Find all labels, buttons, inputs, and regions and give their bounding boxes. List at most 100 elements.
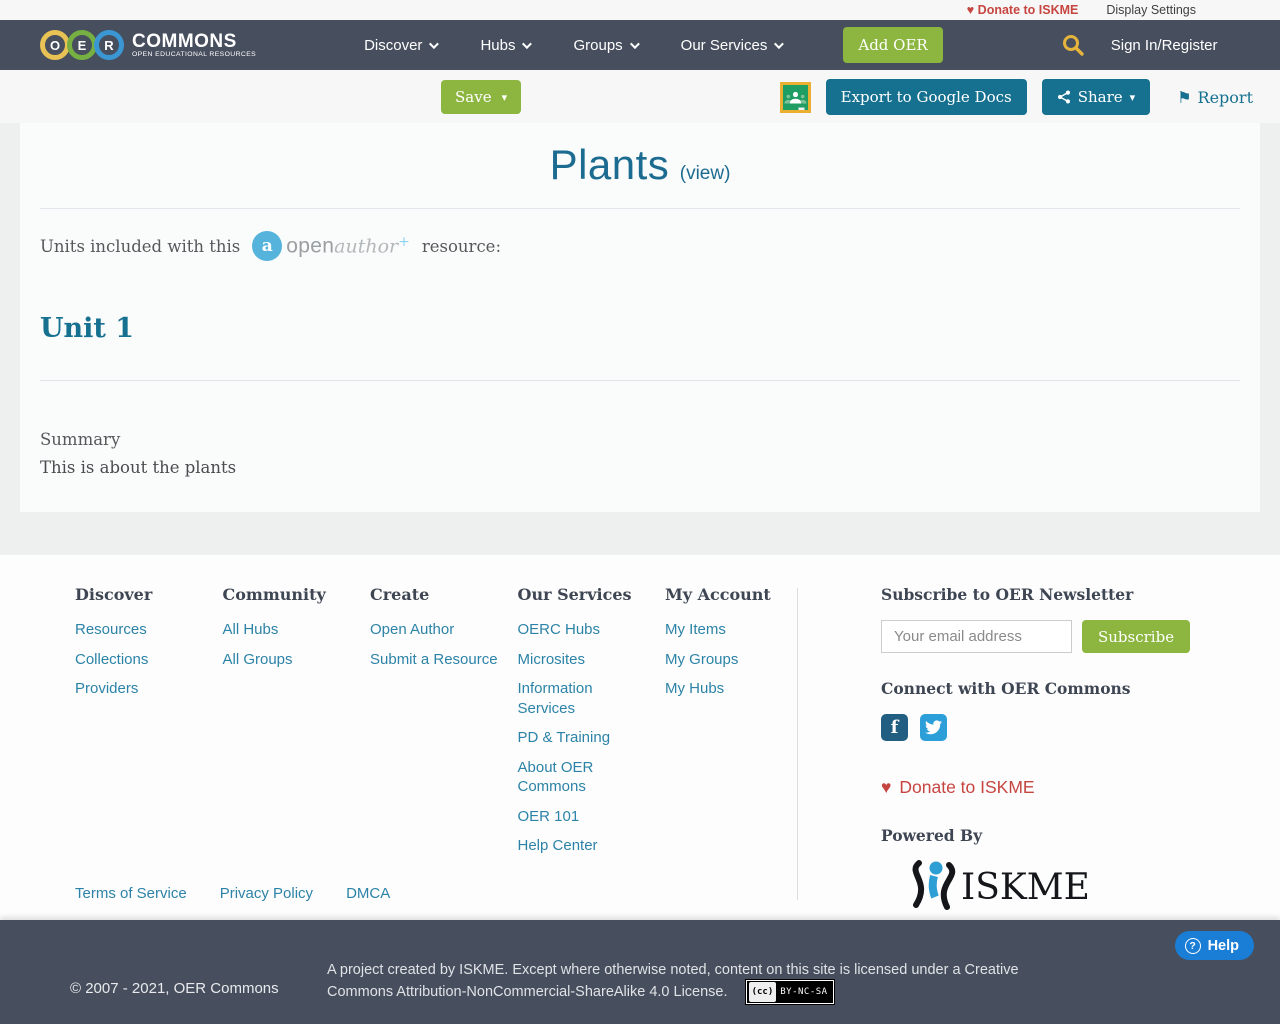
flag-icon: ⚑: [1177, 88, 1191, 107]
footer-link[interactable]: Open Author: [370, 620, 500, 640]
open-author-logo: a openauthor+: [252, 231, 410, 261]
license-text-block: A project created by ISKME. Except where…: [327, 960, 1057, 1004]
footer-col-discover: Discover Resources Collections Providers: [75, 585, 223, 866]
footer-link[interactable]: PD & Training: [518, 728, 648, 748]
share-icon: [1057, 90, 1071, 104]
newsletter-form: Subscribe: [881, 620, 1253, 653]
oer-commons-logo[interactable]: O E R COMMONS OPEN EDUCATIONAL RESOURCES: [40, 30, 256, 60]
footer-link[interactable]: About OER Commons: [518, 758, 648, 797]
divider: [40, 208, 1240, 209]
footer-link[interactable]: Resources: [75, 620, 205, 640]
legal-links: Terms of Service Privacy Policy DMCA: [75, 885, 390, 902]
dmca-link[interactable]: DMCA: [346, 885, 390, 902]
powered-by-label: Powered By: [881, 826, 1253, 845]
footer-link[interactable]: All Groups: [223, 650, 353, 670]
open-author-plus: +: [398, 234, 410, 250]
logo-ring-e: E: [67, 30, 97, 60]
footer-link[interactable]: My Items: [665, 620, 795, 640]
footer-link[interactable]: Collections: [75, 650, 205, 670]
cc-license-badge[interactable]: (cc) BY-NC-SA: [746, 980, 834, 1004]
logo-ring-o: O: [40, 30, 70, 60]
footer-col-our-services: Our Services OERC Hubs Microsites Inform…: [518, 585, 666, 866]
footer-link[interactable]: OERC Hubs: [518, 620, 648, 640]
display-settings-link[interactable]: Display Settings: [1106, 3, 1196, 17]
chevron-down-icon: [429, 39, 439, 49]
footer-link[interactable]: My Hubs: [665, 679, 795, 699]
units-included-row: Units included with this a openauthor+ r…: [40, 231, 501, 261]
nav-item-groups[interactable]: Groups: [573, 37, 636, 54]
view-link[interactable]: (view): [680, 163, 731, 184]
caret-down-icon: ▾: [1130, 91, 1136, 104]
nav-items: Discover Hubs Groups Our Services: [364, 37, 781, 54]
nav-item-hubs[interactable]: Hubs: [480, 37, 529, 54]
connect-title: Connect with OER Commons: [881, 679, 1253, 698]
email-input[interactable]: [881, 620, 1072, 653]
help-button[interactable]: ? Help: [1175, 931, 1254, 960]
logo-text: COMMONS OPEN EDUCATIONAL RESOURCES: [132, 33, 256, 58]
page-title: Plants: [550, 141, 670, 188]
iskme-logo[interactable]: ISKME: [903, 857, 1253, 918]
donate-label: Donate to ISKME: [978, 3, 1079, 17]
nav-item-discover[interactable]: Discover: [364, 37, 436, 54]
summary-text: This is about the plants: [40, 458, 236, 477]
footer-col-my-account: My Account My Items My Groups My Hubs: [665, 585, 813, 866]
share-button[interactable]: Share▾: [1042, 79, 1150, 115]
twitter-icon[interactable]: [920, 714, 947, 741]
site-footer: Discover Resources Collections Providers…: [0, 555, 1280, 920]
facebook-icon[interactable]: f: [881, 714, 908, 741]
donate-link-top[interactable]: ♥ Donate to ISKME: [967, 3, 1079, 17]
footer-link[interactable]: Submit a Resource: [370, 650, 500, 670]
chevron-down-icon: [774, 39, 784, 49]
footer-link[interactable]: Providers: [75, 679, 205, 699]
sign-in-register-link[interactable]: Sign In/Register: [1111, 37, 1218, 54]
search-icon[interactable]: [1061, 33, 1085, 57]
svg-text:ISKME: ISKME: [961, 867, 1090, 908]
logo-title: COMMONS: [132, 33, 256, 51]
donate-iskme-link[interactable]: ♥Donate to ISKME: [881, 777, 1253, 798]
subscribe-button[interactable]: Subscribe: [1082, 620, 1190, 653]
content-wrapper: Plants (view) Units included with this a…: [0, 123, 1280, 555]
logo-ring-r: R: [94, 30, 124, 60]
logo-subtitle: OPEN EDUCATIONAL RESOURCES: [132, 51, 256, 58]
copyright-text: © 2007 - 2021, OER Commons: [70, 980, 279, 997]
main-nav: O E R COMMONS OPEN EDUCATIONAL RESOURCES…: [0, 20, 1280, 70]
resource-card: Plants (view) Units included with this a…: [20, 123, 1260, 512]
newsletter-title: Subscribe to OER Newsletter: [881, 585, 1253, 604]
footer-right-column: Subscribe to OER Newsletter Subscribe Co…: [881, 585, 1253, 918]
footer-link[interactable]: Information Services: [518, 679, 648, 718]
unit-heading[interactable]: Unit 1: [40, 313, 134, 344]
nav-item-our-services[interactable]: Our Services: [681, 37, 782, 54]
chevron-down-icon: [630, 39, 640, 49]
add-oer-button[interactable]: Add OER: [843, 27, 942, 63]
units-prefix: Units included with this: [40, 237, 240, 256]
summary-label: Summary: [40, 430, 120, 449]
social-icons: f: [881, 714, 1253, 741]
caret-down-icon: ▾: [502, 91, 508, 104]
utility-bar: ♥ Donate to ISKME Display Settings: [0, 0, 1280, 20]
footer-col-community: Community All Hubs All Groups: [223, 585, 371, 866]
open-author-author: author: [334, 235, 398, 257]
footer-link[interactable]: Help Center: [518, 836, 648, 856]
oer-logo-rings: O E R: [40, 30, 124, 60]
footer-link[interactable]: Microsites: [518, 650, 648, 670]
units-suffix: resource:: [422, 237, 501, 256]
footer-columns: Discover Resources Collections Providers…: [75, 585, 813, 866]
divider: [40, 380, 1240, 381]
export-google-docs-button[interactable]: Export to Google Docs: [826, 79, 1027, 115]
footer-link[interactable]: OER 101: [518, 807, 648, 827]
footer-link[interactable]: All Hubs: [223, 620, 353, 640]
bottom-bar: © 2007 - 2021, OER Commons A project cre…: [0, 920, 1280, 1024]
report-link[interactable]: ⚑Report: [1177, 88, 1253, 107]
toolbar-right-group: Export to Google Docs Share▾ ⚑Report: [780, 79, 1253, 115]
footer-col-create: Create Open Author Submit a Resource: [370, 585, 518, 866]
chevron-down-icon: [522, 39, 532, 49]
google-classroom-icon[interactable]: [780, 82, 811, 113]
save-button[interactable]: Save▾: [441, 80, 521, 114]
question-icon: ?: [1185, 938, 1201, 954]
footer-divider: [797, 588, 798, 900]
title-row: Plants (view): [20, 141, 1260, 189]
heart-icon: ♥: [881, 777, 891, 798]
footer-link[interactable]: My Groups: [665, 650, 795, 670]
terms-link[interactable]: Terms of Service: [75, 885, 187, 902]
privacy-link[interactable]: Privacy Policy: [220, 885, 313, 902]
